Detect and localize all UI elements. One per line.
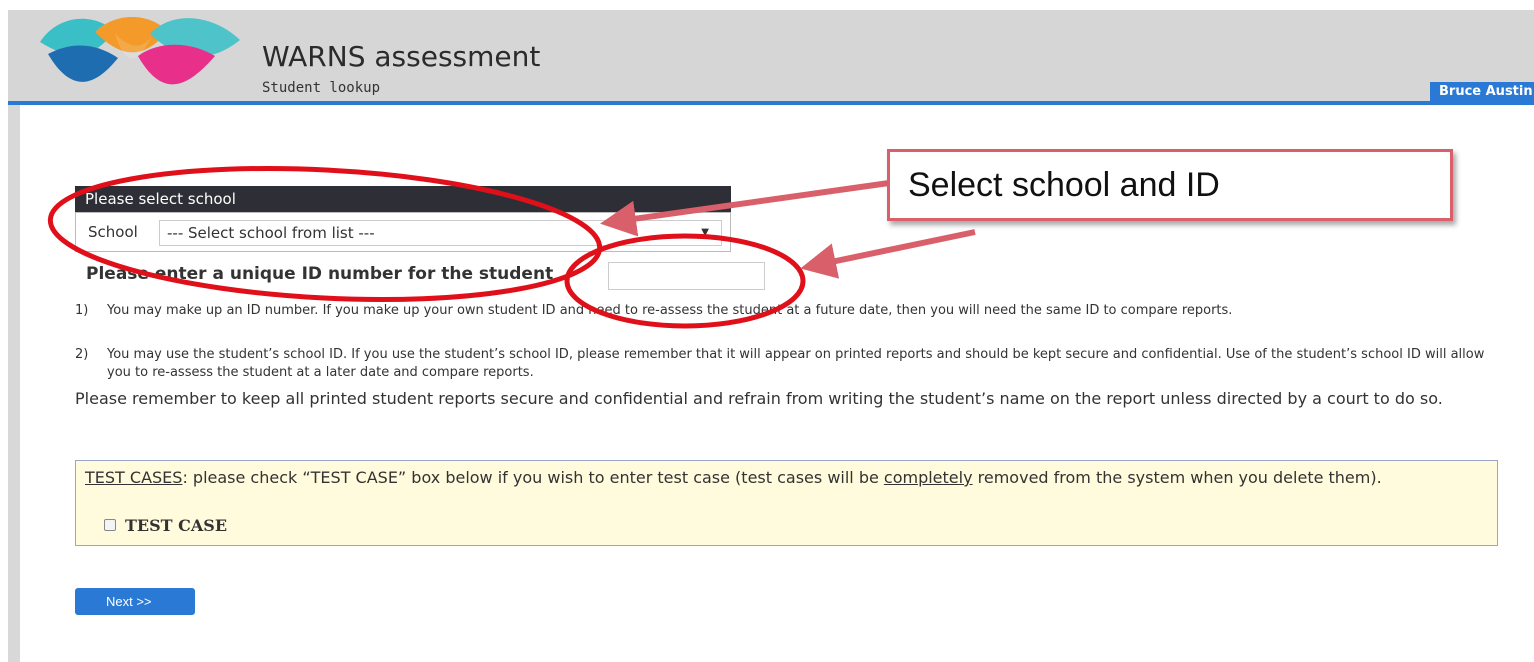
annotation-arrow-school bbox=[600, 180, 890, 237]
annotation-callout: Select school and ID bbox=[887, 149, 1453, 221]
annotation-ellipse-school bbox=[47, 165, 603, 303]
annotation-ellipse-id bbox=[564, 233, 806, 329]
annotation-arrow-id bbox=[800, 229, 976, 279]
annotation-overlay bbox=[47, 165, 976, 329]
